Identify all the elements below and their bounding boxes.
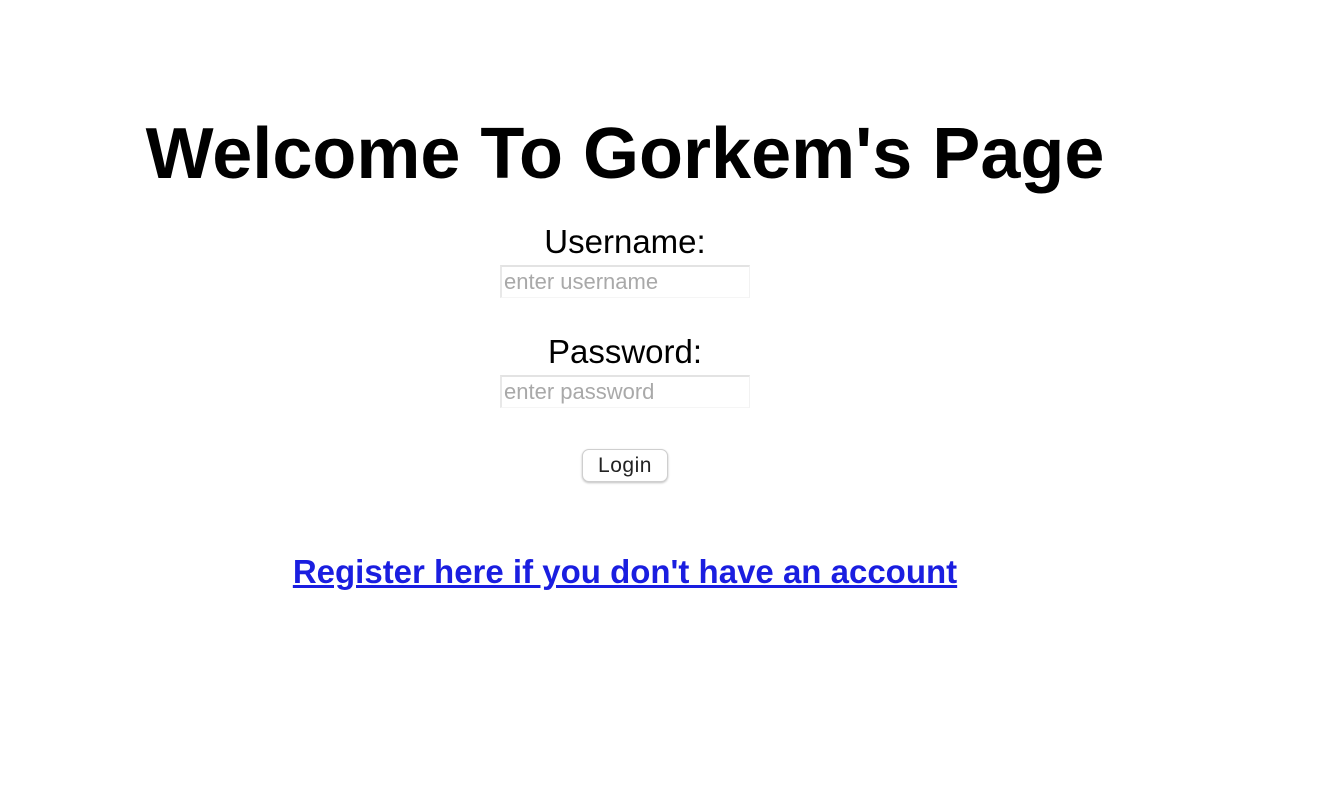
register-link[interactable]: Register here if you don't have an accou… — [293, 553, 957, 590]
password-input[interactable] — [500, 375, 750, 408]
page-title: Welcome To Gorkem's Page — [145, 114, 1105, 194]
password-label: Password: — [547, 333, 703, 370]
register-link-container: Register here if you don't have an accou… — [0, 552, 1250, 592]
login-page: Welcome To Gorkem's Page Username: Passw… — [0, 0, 1320, 800]
login-button[interactable]: Login — [582, 449, 668, 482]
username-label: Username: — [544, 223, 706, 260]
username-input[interactable] — [500, 265, 750, 298]
